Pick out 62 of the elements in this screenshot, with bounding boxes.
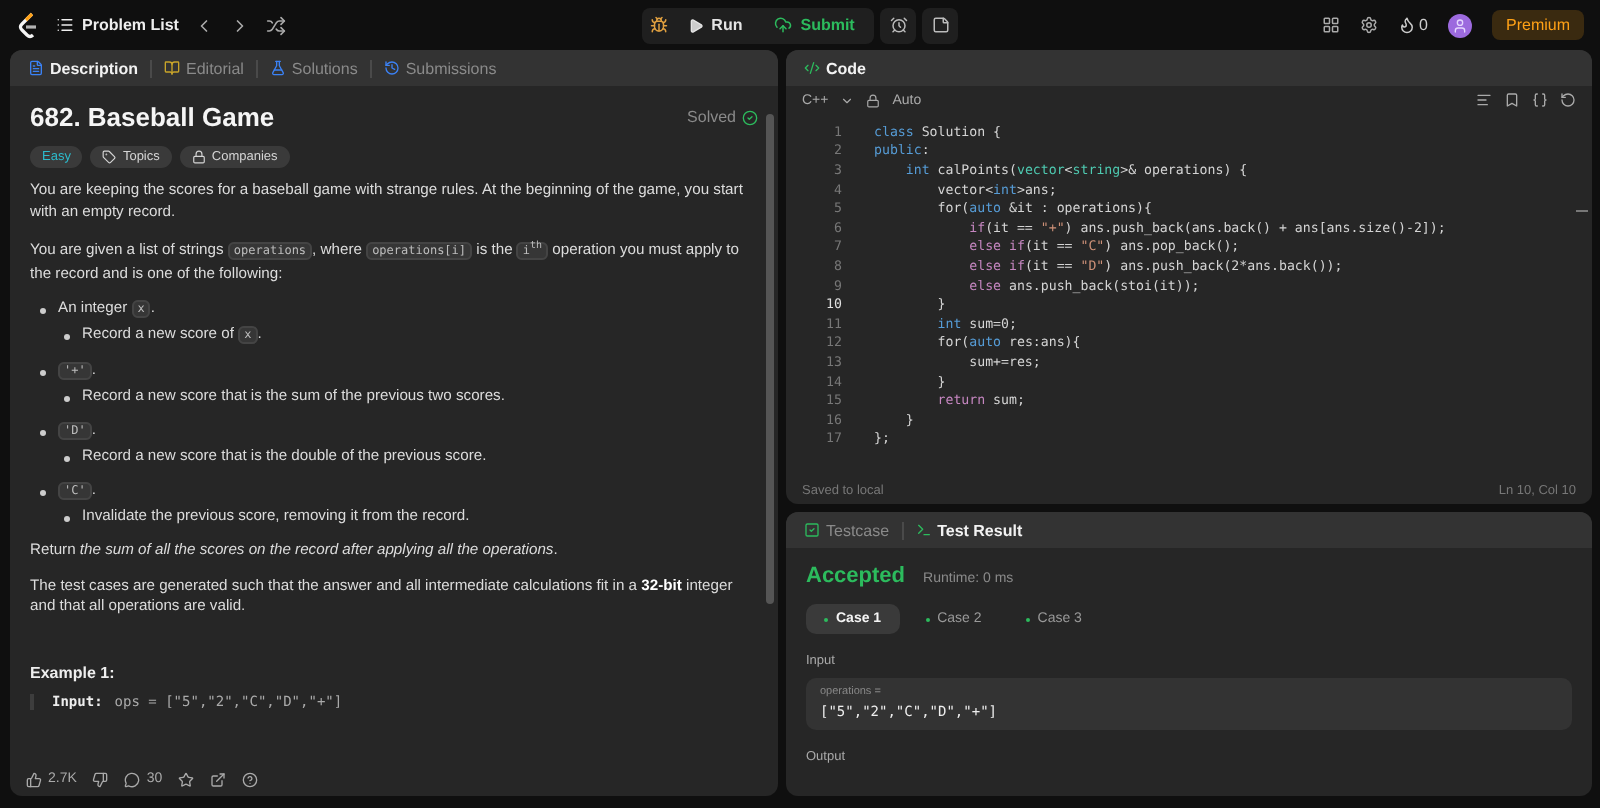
star-icon[interactable]	[178, 771, 195, 787]
tag-icon	[102, 150, 117, 164]
bookmark-icon[interactable]	[1504, 92, 1520, 108]
notes-button[interactable]	[922, 7, 959, 43]
flame-icon	[1397, 16, 1416, 34]
bullet-icon	[64, 515, 70, 521]
streak-counter[interactable]: 0	[1397, 16, 1428, 34]
panel-tab[interactable]: Editorial	[158, 59, 250, 77]
problem-list-link[interactable]: Problem List	[56, 16, 179, 34]
panel-tab[interactable]: Submissions	[377, 59, 503, 77]
note-icon	[931, 16, 950, 34]
panel-tab[interactable]: Solutions	[263, 59, 364, 77]
check-circle-icon	[742, 109, 758, 125]
avatar-icon[interactable]	[1448, 13, 1472, 37]
verdict-text: Accepted	[806, 564, 906, 588]
user-icon	[1452, 17, 1468, 33]
lock-icon	[866, 93, 881, 107]
chevron-down-icon[interactable]	[840, 93, 855, 107]
scrollbar-thumb[interactable]	[766, 114, 774, 604]
history-icon	[383, 60, 400, 76]
submit-button[interactable]: Submit	[762, 9, 867, 41]
book-icon	[164, 60, 181, 76]
braces-icon[interactable]	[1532, 92, 1548, 108]
reset-icon[interactable]	[1560, 92, 1576, 108]
bullet-icon	[40, 308, 46, 314]
share-icon[interactable]	[210, 771, 227, 787]
shuffle-icon[interactable]	[266, 15, 287, 35]
document-icon	[28, 60, 44, 76]
bullet-icon	[64, 395, 70, 401]
code-tab[interactable]: Code	[798, 59, 872, 77]
panel-tab[interactable]: Test Result	[909, 521, 1029, 539]
bullet-icon	[64, 455, 70, 461]
list-icon	[56, 16, 74, 34]
bullet-icon	[40, 430, 46, 436]
bug-icon[interactable]	[649, 16, 668, 34]
cloud-upload-icon	[774, 16, 793, 34]
terminal-icon	[915, 522, 932, 538]
logo-icon[interactable]	[16, 11, 40, 39]
timer-button[interactable]	[880, 7, 917, 43]
premium-button[interactable]: Premium	[1492, 10, 1585, 40]
settings-icon[interactable]	[1359, 16, 1378, 34]
bullet-icon	[40, 370, 46, 376]
run-button[interactable]: Run	[675, 9, 755, 41]
thumbs-down-icon[interactable]	[92, 771, 109, 787]
panel-tab[interactable]: Testcase	[798, 521, 896, 539]
code-icon	[804, 60, 820, 76]
format-icon[interactable]	[1476, 92, 1492, 108]
bullet-icon	[64, 333, 70, 339]
solved-status: Solved	[687, 108, 758, 126]
checkbox-icon	[804, 522, 820, 538]
help-icon[interactable]	[242, 771, 259, 787]
lock-icon	[191, 150, 206, 164]
panel-tab[interactable]: Description	[22, 59, 145, 77]
flask-icon	[269, 60, 286, 76]
example-title: Example 1:	[30, 663, 117, 681]
thumbs-up-icon	[26, 771, 42, 787]
alarm-clock-icon	[889, 16, 908, 34]
bullet-icon	[40, 490, 46, 496]
problem-title: 682. Baseball Game	[30, 102, 275, 132]
grid-icon[interactable]	[1321, 16, 1340, 34]
play-icon	[687, 17, 704, 33]
comment-icon	[124, 771, 141, 787]
